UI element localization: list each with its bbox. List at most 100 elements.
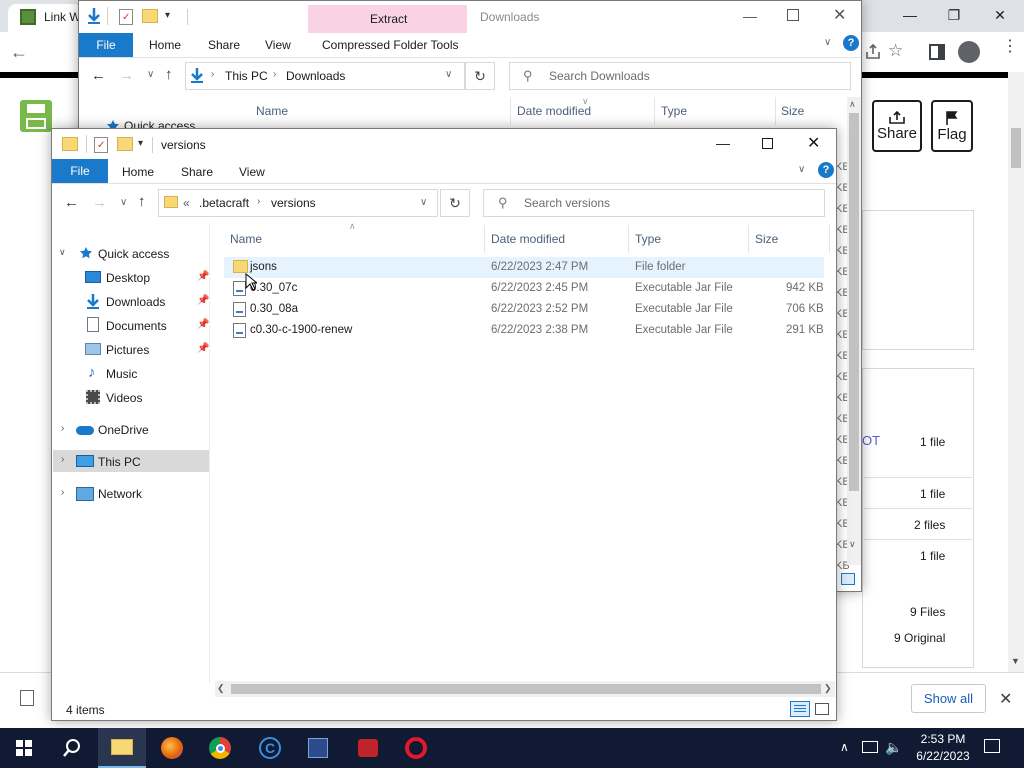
start-windows-icon[interactable] <box>0 728 48 768</box>
column-size[interactable]: Size <box>755 232 778 246</box>
breadcrumb-this-pc[interactable]: This PC <box>225 69 268 83</box>
versions-view-tab[interactable]: View <box>239 165 265 179</box>
details-view-icon[interactable] <box>790 701 810 717</box>
large-icons-view-icon[interactable] <box>815 703 829 715</box>
downloads-minimize-icon[interactable]: — <box>743 8 757 24</box>
back-arrow-icon[interactable]: ← <box>10 42 34 62</box>
versions-recent-dropdown-icon[interactable]: ∨ <box>120 197 127 208</box>
clock-date[interactable]: 6/22/2023 <box>908 749 978 763</box>
pin-icon[interactable]: 📌 <box>197 295 209 306</box>
file-name[interactable]: 0.30_08a <box>250 303 298 315</box>
versions-refresh-icon[interactable]: ↻ <box>440 189 470 217</box>
file-name[interactable]: c0.30-c-1900-renew <box>250 324 352 336</box>
expand-network-chevron-icon[interactable]: › <box>61 487 64 498</box>
page-scrollbar[interactable] <box>1008 72 1024 672</box>
show-hidden-icons-chevron-icon[interactable]: ∧ <box>840 740 849 754</box>
horizontal-scrollbar[interactable] <box>215 681 835 697</box>
nav-onedrive[interactable]: OneDrive <box>98 423 149 437</box>
nav-music[interactable]: Music <box>106 367 137 381</box>
quick-access-toolbar-dropdown-icon[interactable]: ▾ <box>165 10 170 21</box>
side-panel-icon[interactable] <box>929 44 945 60</box>
scroll-down-arrow-icon[interactable]: ▼ <box>1011 656 1020 666</box>
column-type[interactable]: Type <box>661 104 687 118</box>
nav-this-pc[interactable]: This PC <box>98 455 141 469</box>
new-folder-icon[interactable] <box>117 137 133 151</box>
breadcrumb-overflow[interactable]: « <box>183 196 190 210</box>
profile-avatar-icon[interactable] <box>958 41 980 63</box>
nav-downloads[interactable]: Downloads <box>106 295 165 309</box>
help-icon[interactable]: ? <box>818 162 834 178</box>
search-icon[interactable] <box>48 728 96 768</box>
screen-recorder-icon[interactable] <box>344 728 392 768</box>
nav-network[interactable]: Network <box>98 487 142 501</box>
file-explorer-taskbar-icon[interactable] <box>98 728 146 768</box>
close-download-shelf-icon[interactable]: ✕ <box>999 689 1012 709</box>
downloads-vertical-scrollbar[interactable] <box>847 97 861 565</box>
downloads-home-tab[interactable]: Home <box>149 38 181 52</box>
file-name[interactable]: jsons <box>250 261 277 273</box>
scroll-left-arrow-icon[interactable]: ❮ <box>217 683 225 694</box>
expand-onedrive-chevron-icon[interactable]: › <box>61 423 64 434</box>
chrome-restore-icon[interactable]: ❐ <box>932 0 976 30</box>
pin-icon[interactable]: 📌 <box>197 271 209 282</box>
chrome-menu-icon[interactable]: ⋮ <box>1002 39 1018 62</box>
chrome-icon[interactable] <box>196 728 244 768</box>
quick-access-toolbar-dropdown-icon[interactable]: ▾ <box>138 138 143 149</box>
properties-icon[interactable]: ✓ <box>94 137 108 153</box>
files-card-row-left[interactable]: OT <box>862 433 880 448</box>
downloads-recent-dropdown-icon[interactable]: ∨ <box>147 69 154 80</box>
versions-file-tab[interactable]: File <box>52 159 108 183</box>
share-page-icon[interactable] <box>864 43 882 61</box>
column-size[interactable]: Size <box>781 104 804 118</box>
versions-up-icon[interactable]: ↑ <box>138 193 146 210</box>
pin-icon[interactable]: 📌 <box>197 343 209 354</box>
downloads-share-tab[interactable]: Share <box>208 38 240 52</box>
flag-button[interactable]: Flag <box>931 100 973 152</box>
bookmark-star-icon[interactable]: ☆ <box>888 41 908 61</box>
scroll-up-arrow-icon[interactable]: ∧ <box>849 99 856 110</box>
opera-icon[interactable] <box>392 728 440 768</box>
scroll-right-arrow-icon[interactable]: ❯ <box>824 683 832 694</box>
network-status-icon[interactable] <box>862 741 878 753</box>
large-icons-view-icon[interactable] <box>841 573 855 585</box>
firefox-icon[interactable] <box>148 728 196 768</box>
address-dropdown-icon[interactable]: ∨ <box>445 69 452 80</box>
scroll-down-arrow-icon[interactable]: ∨ <box>849 539 856 550</box>
share-button[interactable]: Share <box>872 100 922 152</box>
versions-forward-icon[interactable]: → <box>92 194 107 211</box>
versions-back-icon[interactable]: ← <box>64 194 79 211</box>
pin-icon[interactable]: 📌 <box>197 319 209 330</box>
column-name[interactable]: Name <box>230 232 262 246</box>
column-date-modified[interactable]: Date modified <box>491 232 565 246</box>
downloads-close-icon[interactable]: ✕ <box>833 5 846 25</box>
app-icon[interactable] <box>294 728 342 768</box>
nav-videos[interactable]: Videos <box>106 391 142 405</box>
downloads-up-icon[interactable]: ↑ <box>165 66 173 83</box>
volume-icon[interactable]: 🔈 <box>885 739 902 756</box>
new-folder-icon[interactable] <box>142 9 158 23</box>
breadcrumb-versions[interactable]: versions <box>271 196 316 210</box>
properties-icon[interactable]: ✓ <box>119 9 133 25</box>
downloads-refresh-icon[interactable]: ↻ <box>465 62 495 90</box>
nav-desktop[interactable]: Desktop <box>106 271 150 285</box>
chrome-close-icon[interactable]: ✕ <box>978 0 1022 30</box>
expand-ribbon-chevron-icon[interactable]: ∨ <box>798 164 805 175</box>
versions-share-tab[interactable]: Share <box>181 165 213 179</box>
chrome-minimize-icon[interactable]: — <box>888 0 932 30</box>
downloads-file-tab[interactable]: File <box>79 33 133 57</box>
notifications-icon[interactable] <box>984 739 1000 753</box>
versions-close-icon[interactable]: ✕ <box>807 133 820 153</box>
downloads-back-icon[interactable]: ← <box>91 67 106 84</box>
versions-maximize-icon[interactable] <box>762 138 773 149</box>
downloads-forward-icon[interactable]: → <box>119 67 134 84</box>
versions-home-tab[interactable]: Home <box>122 165 154 179</box>
compressed-folder-tools-tab[interactable]: Compressed Folder Tools <box>322 38 459 52</box>
help-icon[interactable]: ? <box>843 35 859 51</box>
clock-time[interactable]: 2:53 PM <box>908 732 978 746</box>
breadcrumb-downloads[interactable]: Downloads <box>286 69 345 83</box>
column-name[interactable]: Name <box>256 104 288 118</box>
downloads-view-tab[interactable]: View <box>265 38 291 52</box>
downloads-maximize-icon[interactable] <box>787 9 799 21</box>
ccleaner-icon[interactable]: C <box>246 728 294 768</box>
show-all-downloads-button[interactable]: Show all <box>911 684 986 713</box>
